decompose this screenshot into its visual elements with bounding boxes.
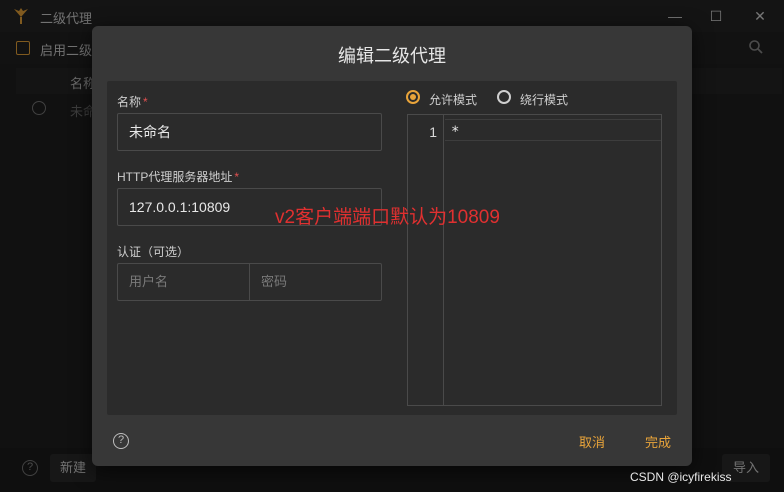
red-annotation: v2客户端端口默认为10809 [275, 207, 500, 228]
cancel-button[interactable]: 取消 [579, 432, 605, 451]
done-button[interactable]: 完成 [645, 432, 671, 451]
dialog-title: 编辑二级代理 [338, 46, 446, 66]
editor-line-text[interactable]: * [451, 124, 459, 140]
server-label: HTTP代理服务器地址 * [117, 168, 239, 185]
name-label: 名称 * [117, 93, 148, 110]
auth-label: 认证（可选） [117, 245, 190, 259]
name-label-text: 名称 [117, 95, 142, 109]
edit-proxy-dialog: 编辑二级代理 名称 * 未命名 HTTP代理服务器地址 * 127.0.0.1:10… [92, 26, 692, 466]
line-number: 1 [429, 124, 437, 140]
watermark: CSDN @icyfirekiss [630, 470, 732, 484]
server-label-text: HTTP代理服务器地址 [117, 170, 233, 184]
mode-allow-radio[interactable] [406, 90, 420, 104]
mode-bypass-label[interactable]: 绕行模式 [520, 91, 568, 108]
help-icon[interactable]: ? [113, 433, 129, 449]
name-field[interactable]: 未命名 [117, 113, 382, 151]
line-number-gutter: 1 [408, 115, 444, 405]
mode-bypass-radio[interactable] [497, 90, 511, 104]
required-mark: * [143, 95, 148, 109]
required-mark: * [234, 170, 240, 184]
mode-allow-label[interactable]: 允许模式 [429, 91, 477, 108]
password-field[interactable]: 密码 [249, 263, 382, 301]
current-line-highlight [445, 119, 661, 141]
username-field[interactable]: 用户名 [117, 263, 250, 301]
dialog-body: 名称 * 未命名 HTTP代理服务器地址 * 127.0.0.1:10809 认证（… [107, 81, 677, 415]
rules-editor[interactable]: 1 * [407, 114, 662, 406]
